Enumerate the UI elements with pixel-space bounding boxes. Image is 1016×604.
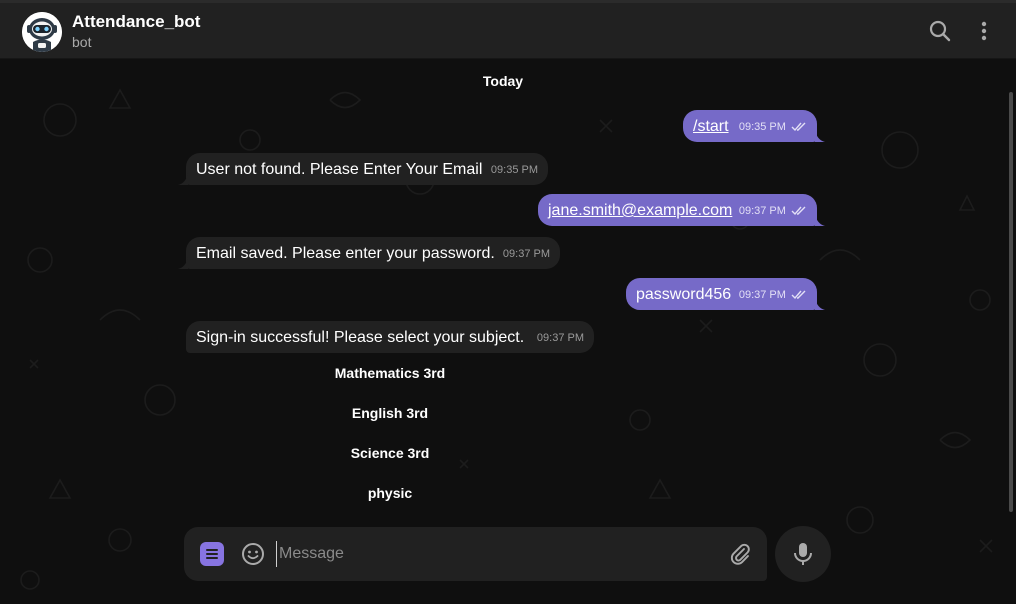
message-meta: 09:35 PM [739, 117, 807, 137]
message-composer [184, 527, 767, 581]
keyboard-button-science[interactable]: Science 3rd [186, 435, 594, 471]
microphone-icon [794, 543, 812, 565]
bubble-tail [815, 298, 825, 310]
message-input[interactable] [276, 541, 716, 567]
robot-icon [22, 12, 62, 52]
bot-avatar[interactable] [22, 12, 62, 52]
message-meta: 09:37 PM [739, 201, 807, 221]
message-text: Sign-in successful! Please select your s… [196, 329, 525, 346]
message-incoming[interactable]: Email saved. Please enter your password.… [178, 237, 560, 269]
search-icon [929, 20, 951, 42]
message-time: 09:37 PM [536, 332, 584, 344]
emoji-button[interactable] [240, 541, 266, 567]
attach-button[interactable] [727, 541, 753, 567]
voice-record-button[interactable] [775, 526, 831, 582]
keyboard-button-mathematics[interactable]: Mathematics 3rd [186, 355, 594, 391]
message-time: 09:35 PM [490, 164, 538, 176]
double-check-icon [791, 206, 806, 216]
attach-icon [730, 543, 750, 565]
search-button[interactable] [926, 17, 954, 45]
double-check-icon [791, 122, 806, 132]
message-text[interactable]: /start [693, 117, 729, 137]
bubble-tail [178, 173, 188, 185]
bubble-tail [178, 257, 188, 269]
message-text: User not found. Please Enter Your Email [196, 161, 483, 178]
message-outgoing[interactable]: jane.smith@example.com 09:37 PM [538, 194, 825, 226]
keyboard-button-english[interactable]: English 3rd [186, 395, 594, 431]
chat-subtitle: bot [72, 34, 92, 50]
message-text[interactable]: jane.smith@example.com [548, 201, 732, 221]
message-incoming[interactable]: User not found. Please Enter Your Email … [178, 153, 548, 185]
bubble-tail [815, 214, 825, 226]
date-separator: Today [482, 73, 524, 89]
bot-menu-button[interactable] [200, 542, 224, 566]
message-time: 09:37 PM [502, 248, 550, 260]
more-vertical-icon [981, 21, 987, 41]
message-text: Email saved. Please enter your password. [196, 245, 495, 262]
chat-scrollbar[interactable] [1009, 92, 1013, 512]
bubble-tail [815, 130, 825, 142]
message-time: 09:37 PM [738, 205, 786, 217]
message-text: password456 [636, 286, 732, 303]
more-button[interactable] [970, 17, 998, 45]
message-list[interactable]: Today /start 09:35 PM User not found. Pl… [0, 60, 1016, 604]
message-incoming[interactable]: Sign-in successful! Please select your s… [186, 321, 594, 353]
message-meta: 09:37 PM [739, 285, 807, 305]
chat-title: Attendance_bot [72, 12, 201, 31]
message-outgoing[interactable]: /start 09:35 PM [683, 110, 825, 142]
message-time: 09:37 PM [738, 289, 786, 301]
bot-menu-icon [206, 549, 218, 559]
message-time: 09:35 PM [738, 121, 786, 133]
double-check-icon [791, 290, 806, 300]
chat-header[interactable]: Attendance_bot bot [0, 3, 1016, 59]
emoji-icon [242, 543, 264, 565]
keyboard-button-physic[interactable]: physic [186, 475, 594, 511]
message-outgoing[interactable]: password456 09:37 PM [626, 278, 825, 310]
